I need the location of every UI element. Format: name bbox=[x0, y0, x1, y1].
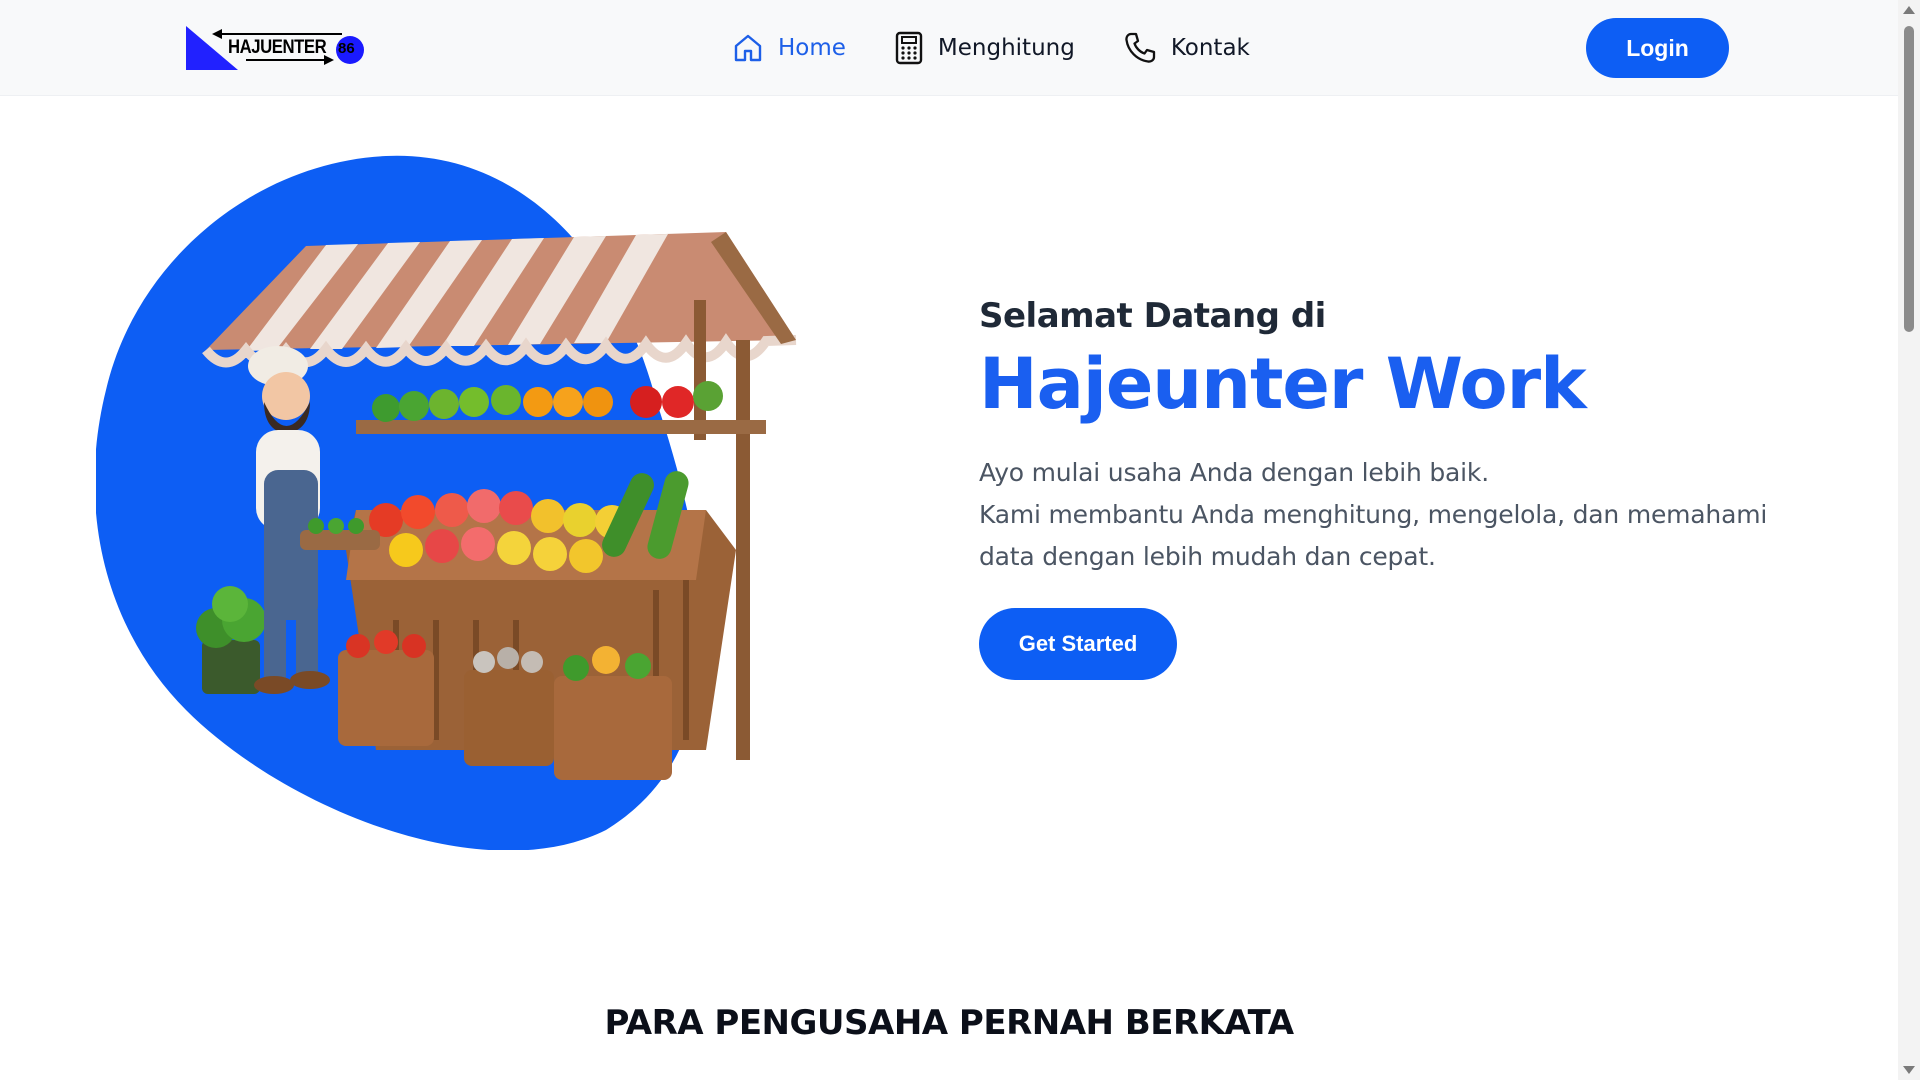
hero-description: Ayo mulai usaha Anda dengan lebih baik. … bbox=[979, 452, 1829, 578]
logo-text: HAJUENTER bbox=[228, 37, 327, 58]
scroll-thumb[interactable] bbox=[1904, 26, 1914, 332]
hero-description-line1: Ayo mulai usaha Anda dengan lebih baik. bbox=[979, 457, 1489, 487]
scroll-down-icon[interactable] bbox=[1903, 1066, 1915, 1074]
login-button[interactable]: Login bbox=[1586, 18, 1729, 78]
nav-item-kontak-label: Kontak bbox=[1170, 35, 1250, 61]
testimonials-title: PARA PENGUSAHA PERNAH BERKATA bbox=[604, 1003, 1294, 1043]
home-icon bbox=[734, 34, 762, 62]
get-started-button[interactable]: Get Started bbox=[979, 607, 1177, 680]
hero-description-line2: Kami membantu Anda menghitung, mengelola… bbox=[979, 499, 1768, 571]
nav-item-home[interactable]: Home bbox=[732, 32, 846, 64]
market-stall-illustration bbox=[96, 155, 797, 850]
nav-item-menghitung[interactable]: Menghitung bbox=[894, 31, 1075, 65]
nav-item-menghitung-label: Menghitung bbox=[937, 35, 1075, 61]
logo-number: 86 bbox=[338, 40, 355, 57]
scroll-up-icon[interactable] bbox=[1903, 6, 1915, 14]
hero-brand-title: Hajeunter Work bbox=[979, 343, 1587, 425]
nav-item-home-label: Home bbox=[778, 35, 846, 61]
phone-icon bbox=[1125, 32, 1155, 63]
hero-welcome: Selamat Datang di bbox=[979, 296, 1326, 336]
hero-text: Selamat Datang di Hajeunter Work Ayo mul… bbox=[979, 296, 1829, 680]
nav-links: Home Menghitung Kontak bbox=[732, 28, 1298, 68]
calculator-icon bbox=[895, 31, 923, 65]
navbar: HAJUENTER 86 Home Menghitung Kontak Logi… bbox=[0, 0, 1898, 96]
brand-logo[interactable]: HAJUENTER 86 bbox=[186, 26, 366, 70]
scrollbar[interactable] bbox=[1898, 0, 1920, 1080]
nav-item-kontak[interactable]: Kontak bbox=[1123, 31, 1250, 65]
